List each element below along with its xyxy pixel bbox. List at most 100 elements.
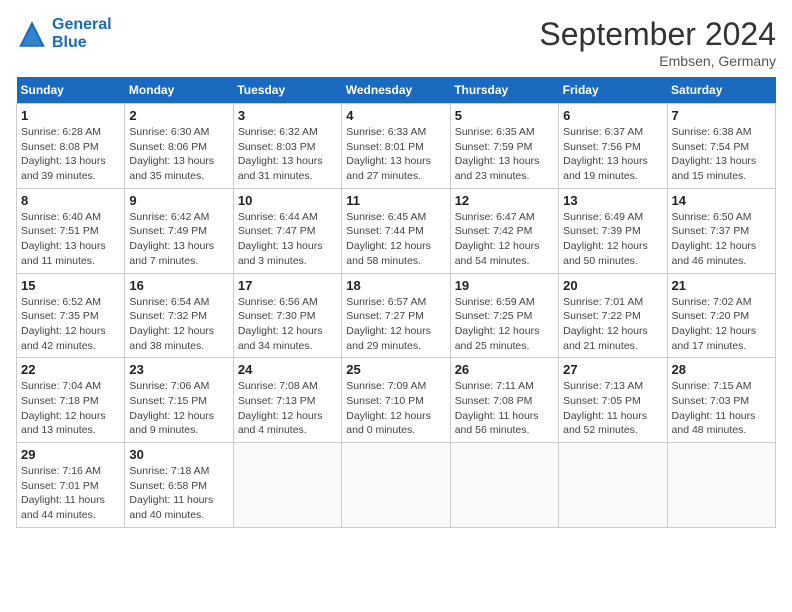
day-header-tuesday: Tuesday — [233, 77, 341, 104]
calendar-cell: 17 Sunrise: 6:56 AMSunset: 7:30 PMDaylig… — [233, 273, 341, 358]
day-header-friday: Friday — [559, 77, 667, 104]
calendar-cell: 14 Sunrise: 6:50 AMSunset: 7:37 PMDaylig… — [667, 188, 775, 273]
day-info: Sunrise: 7:11 AMSunset: 7:08 PMDaylight:… — [455, 379, 554, 438]
day-number: 28 — [672, 362, 771, 377]
day-info: Sunrise: 6:40 AMSunset: 7:51 PMDaylight:… — [21, 210, 120, 269]
day-number: 16 — [129, 278, 228, 293]
day-info: Sunrise: 6:56 AMSunset: 7:30 PMDaylight:… — [238, 295, 337, 354]
calendar-cell: 23 Sunrise: 7:06 AMSunset: 7:15 PMDaylig… — [125, 358, 233, 443]
day-info: Sunrise: 6:28 AMSunset: 8:08 PMDaylight:… — [21, 125, 120, 184]
day-header-monday: Monday — [125, 77, 233, 104]
calendar-cell: 20 Sunrise: 7:01 AMSunset: 7:22 PMDaylig… — [559, 273, 667, 358]
location-subtitle: Embsen, Germany — [539, 53, 776, 69]
day-number: 24 — [238, 362, 337, 377]
day-info: Sunrise: 7:06 AMSunset: 7:15 PMDaylight:… — [129, 379, 228, 438]
day-number: 1 — [21, 108, 120, 123]
calendar-cell — [233, 443, 341, 528]
day-number: 3 — [238, 108, 337, 123]
calendar-cell: 3 Sunrise: 6:32 AMSunset: 8:03 PMDayligh… — [233, 104, 341, 189]
day-number: 13 — [563, 193, 662, 208]
title-area: September 2024 Embsen, Germany — [539, 16, 776, 69]
day-header-sunday: Sunday — [17, 77, 125, 104]
day-number: 11 — [346, 193, 445, 208]
day-number: 20 — [563, 278, 662, 293]
calendar-cell: 8 Sunrise: 6:40 AMSunset: 7:51 PMDayligh… — [17, 188, 125, 273]
calendar-cell — [342, 443, 450, 528]
calendar-week-1: 1 Sunrise: 6:28 AMSunset: 8:08 PMDayligh… — [17, 104, 776, 189]
day-header-thursday: Thursday — [450, 77, 558, 104]
day-info: Sunrise: 6:59 AMSunset: 7:25 PMDaylight:… — [455, 295, 554, 354]
calendar-cell: 29 Sunrise: 7:16 AMSunset: 7:01 PMDaylig… — [17, 443, 125, 528]
logo-text: General Blue — [52, 16, 112, 52]
day-info: Sunrise: 6:37 AMSunset: 7:56 PMDaylight:… — [563, 125, 662, 184]
day-info: Sunrise: 6:54 AMSunset: 7:32 PMDaylight:… — [129, 295, 228, 354]
day-number: 8 — [21, 193, 120, 208]
day-info: Sunrise: 7:15 AMSunset: 7:03 PMDaylight:… — [672, 379, 771, 438]
day-number: 5 — [455, 108, 554, 123]
calendar-cell: 18 Sunrise: 6:57 AMSunset: 7:27 PMDaylig… — [342, 273, 450, 358]
day-info: Sunrise: 7:16 AMSunset: 7:01 PMDaylight:… — [21, 464, 120, 523]
calendar-cell: 21 Sunrise: 7:02 AMSunset: 7:20 PMDaylig… — [667, 273, 775, 358]
logo-icon — [16, 18, 48, 50]
calendar-cell: 19 Sunrise: 6:59 AMSunset: 7:25 PMDaylig… — [450, 273, 558, 358]
calendar-cell: 5 Sunrise: 6:35 AMSunset: 7:59 PMDayligh… — [450, 104, 558, 189]
calendar-week-5: 29 Sunrise: 7:16 AMSunset: 7:01 PMDaylig… — [17, 443, 776, 528]
calendar-body: 1 Sunrise: 6:28 AMSunset: 8:08 PMDayligh… — [17, 104, 776, 528]
calendar-cell: 25 Sunrise: 7:09 AMSunset: 7:10 PMDaylig… — [342, 358, 450, 443]
day-info: Sunrise: 6:38 AMSunset: 7:54 PMDaylight:… — [672, 125, 771, 184]
day-header-saturday: Saturday — [667, 77, 775, 104]
calendar-week-4: 22 Sunrise: 7:04 AMSunset: 7:18 PMDaylig… — [17, 358, 776, 443]
calendar-cell: 2 Sunrise: 6:30 AMSunset: 8:06 PMDayligh… — [125, 104, 233, 189]
calendar-cell — [559, 443, 667, 528]
calendar-cell: 12 Sunrise: 6:47 AMSunset: 7:42 PMDaylig… — [450, 188, 558, 273]
day-number: 27 — [563, 362, 662, 377]
calendar-table: SundayMondayTuesdayWednesdayThursdayFrid… — [16, 77, 776, 528]
day-number: 21 — [672, 278, 771, 293]
day-number: 6 — [563, 108, 662, 123]
calendar-cell: 9 Sunrise: 6:42 AMSunset: 7:49 PMDayligh… — [125, 188, 233, 273]
calendar-cell — [667, 443, 775, 528]
day-info: Sunrise: 7:04 AMSunset: 7:18 PMDaylight:… — [21, 379, 120, 438]
day-info: Sunrise: 7:09 AMSunset: 7:10 PMDaylight:… — [346, 379, 445, 438]
day-number: 18 — [346, 278, 445, 293]
day-number: 22 — [21, 362, 120, 377]
day-info: Sunrise: 6:52 AMSunset: 7:35 PMDaylight:… — [21, 295, 120, 354]
day-number: 26 — [455, 362, 554, 377]
day-number: 23 — [129, 362, 228, 377]
calendar-week-3: 15 Sunrise: 6:52 AMSunset: 7:35 PMDaylig… — [17, 273, 776, 358]
day-info: Sunrise: 6:49 AMSunset: 7:39 PMDaylight:… — [563, 210, 662, 269]
month-title: September 2024 — [539, 16, 776, 53]
day-info: Sunrise: 6:32 AMSunset: 8:03 PMDaylight:… — [238, 125, 337, 184]
calendar-cell: 27 Sunrise: 7:13 AMSunset: 7:05 PMDaylig… — [559, 358, 667, 443]
day-number: 7 — [672, 108, 771, 123]
calendar-cell: 7 Sunrise: 6:38 AMSunset: 7:54 PMDayligh… — [667, 104, 775, 189]
logo: General Blue — [16, 16, 112, 52]
day-number: 2 — [129, 108, 228, 123]
day-number: 10 — [238, 193, 337, 208]
day-info: Sunrise: 7:18 AMSunset: 6:58 PMDaylight:… — [129, 464, 228, 523]
calendar-cell: 22 Sunrise: 7:04 AMSunset: 7:18 PMDaylig… — [17, 358, 125, 443]
calendar-cell: 13 Sunrise: 6:49 AMSunset: 7:39 PMDaylig… — [559, 188, 667, 273]
calendar-cell: 30 Sunrise: 7:18 AMSunset: 6:58 PMDaylig… — [125, 443, 233, 528]
day-number: 30 — [129, 447, 228, 462]
day-number: 19 — [455, 278, 554, 293]
day-number: 17 — [238, 278, 337, 293]
day-info: Sunrise: 6:44 AMSunset: 7:47 PMDaylight:… — [238, 210, 337, 269]
day-info: Sunrise: 6:35 AMSunset: 7:59 PMDaylight:… — [455, 125, 554, 184]
calendar-week-2: 8 Sunrise: 6:40 AMSunset: 7:51 PMDayligh… — [17, 188, 776, 273]
calendar-cell: 24 Sunrise: 7:08 AMSunset: 7:13 PMDaylig… — [233, 358, 341, 443]
day-info: Sunrise: 6:47 AMSunset: 7:42 PMDaylight:… — [455, 210, 554, 269]
day-number: 25 — [346, 362, 445, 377]
calendar-header: SundayMondayTuesdayWednesdayThursdayFrid… — [17, 77, 776, 104]
day-number: 14 — [672, 193, 771, 208]
calendar-cell: 26 Sunrise: 7:11 AMSunset: 7:08 PMDaylig… — [450, 358, 558, 443]
day-number: 15 — [21, 278, 120, 293]
calendar-cell: 10 Sunrise: 6:44 AMSunset: 7:47 PMDaylig… — [233, 188, 341, 273]
page-header: General Blue September 2024 Embsen, Germ… — [16, 16, 776, 69]
day-number: 9 — [129, 193, 228, 208]
day-info: Sunrise: 6:57 AMSunset: 7:27 PMDaylight:… — [346, 295, 445, 354]
day-info: Sunrise: 7:13 AMSunset: 7:05 PMDaylight:… — [563, 379, 662, 438]
day-info: Sunrise: 6:33 AMSunset: 8:01 PMDaylight:… — [346, 125, 445, 184]
day-info: Sunrise: 7:02 AMSunset: 7:20 PMDaylight:… — [672, 295, 771, 354]
day-header-wednesday: Wednesday — [342, 77, 450, 104]
